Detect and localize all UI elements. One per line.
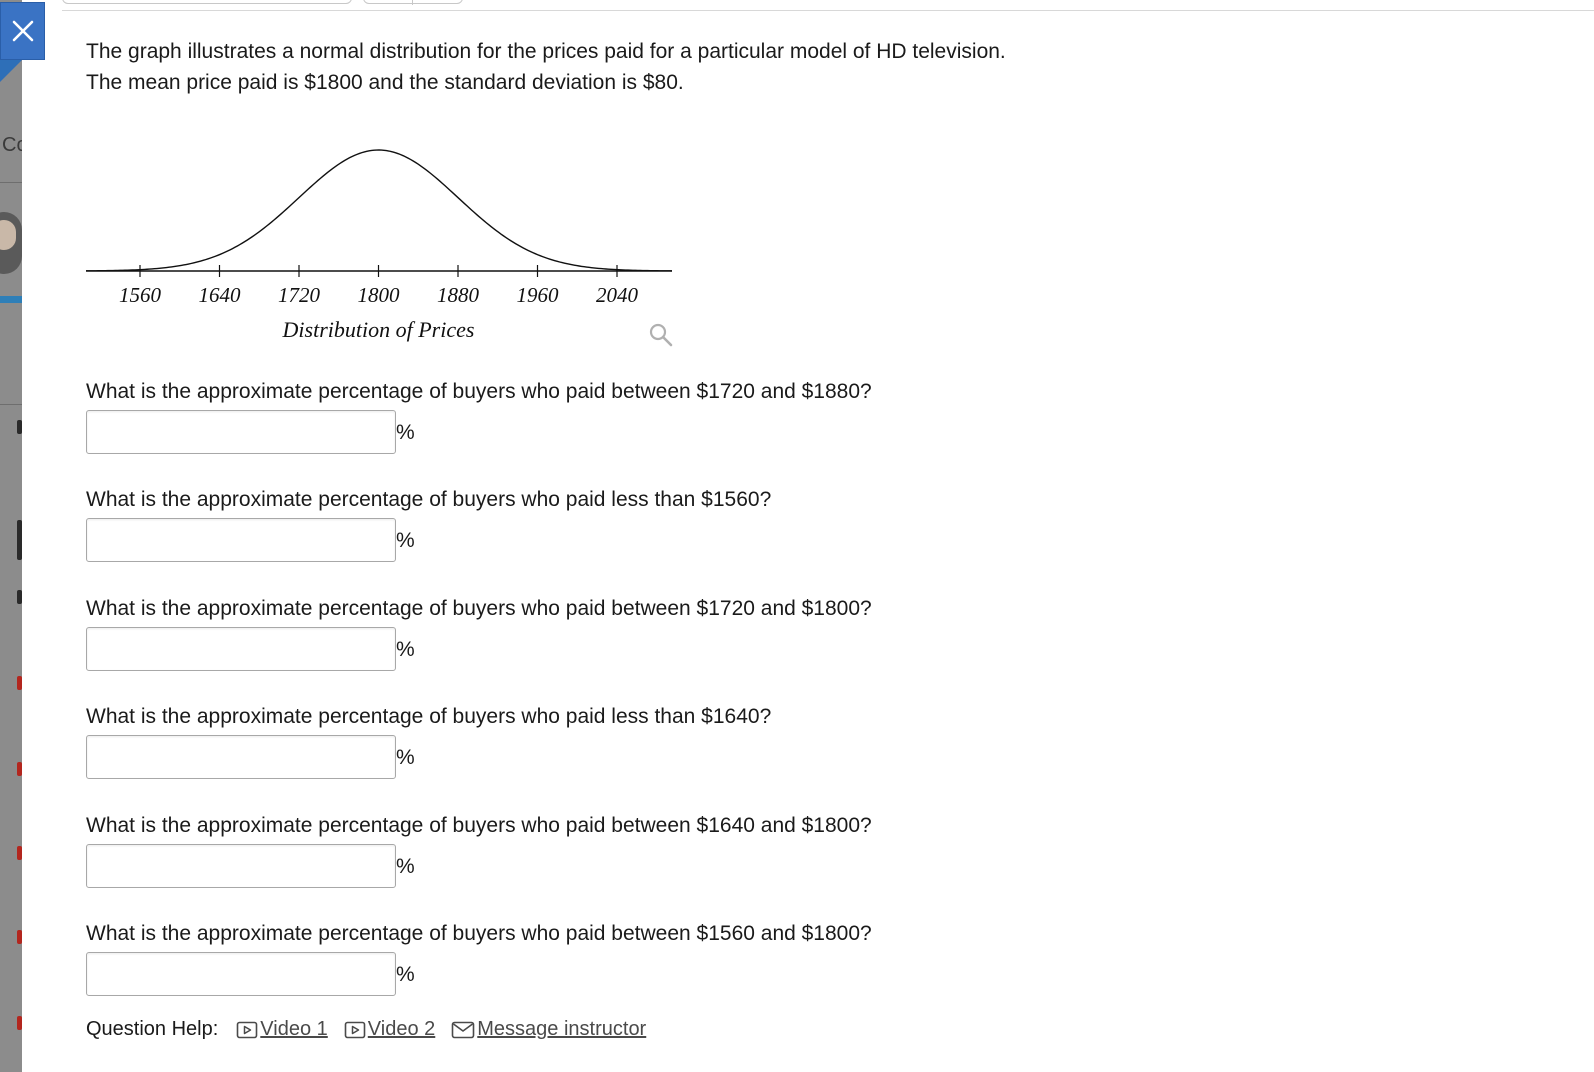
answer-5-unit: %: [396, 855, 415, 878]
x-tick-label: 1800: [358, 283, 401, 307]
background-flag-shape: [0, 60, 22, 82]
x-tick-label: 1960: [517, 283, 560, 307]
background-divider: [0, 182, 22, 183]
x-axis-title: Distribution of Prices: [282, 317, 475, 342]
normal-curve: [85, 149, 673, 272]
background-mark: [17, 846, 22, 860]
x-tick-label: 1640: [199, 283, 242, 307]
question-2-text: What is the approximate percentage of bu…: [86, 488, 772, 511]
background-mark: [17, 590, 22, 604]
answer-3-input[interactable]: [86, 627, 396, 671]
background-divider: [0, 404, 22, 405]
answer-6-input[interactable]: [86, 952, 396, 996]
background-progress-bar: [0, 296, 22, 303]
intro-line-1: The graph illustrates a normal distribut…: [86, 40, 1006, 63]
answer-5-input[interactable]: [86, 844, 396, 888]
question-1-text: What is the approximate percentage of bu…: [86, 380, 872, 403]
close-icon: [12, 20, 33, 42]
x-tick-label: 2040: [596, 283, 639, 307]
video-1-label: Video 1: [260, 1018, 328, 1040]
envelope-icon: [451, 1021, 475, 1038]
x-tick-label: 1560: [119, 283, 162, 307]
answer-2-unit: %: [396, 529, 415, 552]
video-1-link[interactable]: Video 1: [236, 1018, 328, 1041]
close-button[interactable]: [0, 2, 45, 60]
video-icon: [236, 1021, 258, 1038]
question-5-text: What is the approximate percentage of bu…: [86, 814, 872, 837]
intro-line-2: The mean price paid is $1800 and the sta…: [86, 71, 684, 94]
background-mark: [17, 930, 22, 944]
magnifier-icon[interactable]: [648, 322, 674, 348]
video-2-link[interactable]: Video 2: [344, 1018, 435, 1041]
message-instructor-link[interactable]: Message instructor: [451, 1018, 646, 1041]
background-mark: [17, 420, 22, 434]
answer-6-unit: %: [396, 963, 415, 986]
question-3-text: What is the approximate percentage of bu…: [86, 597, 872, 620]
video-2-label: Video 2: [367, 1018, 436, 1040]
top-divider: [62, 10, 1594, 11]
background-mark: [17, 520, 22, 560]
question-help-label: Question Help:: [86, 1018, 219, 1040]
answer-4-input[interactable]: [86, 735, 396, 779]
background-mark: [17, 762, 22, 776]
question-intro: The graph illustrates a normal distribut…: [86, 36, 1006, 98]
answer-1-input[interactable]: [86, 410, 396, 454]
answer-3-unit: %: [396, 638, 415, 661]
answer-2-input[interactable]: [86, 518, 396, 562]
question-6-text: What is the approximate percentage of bu…: [86, 922, 872, 945]
question-help: Question Help: Video 1 Video 2 Message i…: [86, 1018, 662, 1041]
question-4-text: What is the approximate percentage of bu…: [86, 705, 772, 728]
background-partial-text: Co: [2, 134, 22, 156]
video-icon: [344, 1021, 366, 1038]
background-avatar: [0, 212, 22, 274]
answer-4-unit: %: [396, 746, 415, 769]
background-mark: [17, 1016, 22, 1030]
background-mark: [17, 676, 22, 690]
x-tick-label: 1880: [437, 283, 480, 307]
x-tick-label: 1720: [278, 283, 321, 307]
top-toolbar-buttons[interactable]: [363, 0, 463, 5]
message-instructor-label: Message instructor: [477, 1018, 647, 1040]
top-toolbar-field[interactable]: [62, 0, 352, 4]
background-page-strip: [0, 0, 22, 1072]
normal-distribution-graph: 1560 1640 1720 1800 1880 1960 2040 Distribution…: [85, 149, 673, 342]
answer-1-unit: %: [396, 421, 415, 444]
